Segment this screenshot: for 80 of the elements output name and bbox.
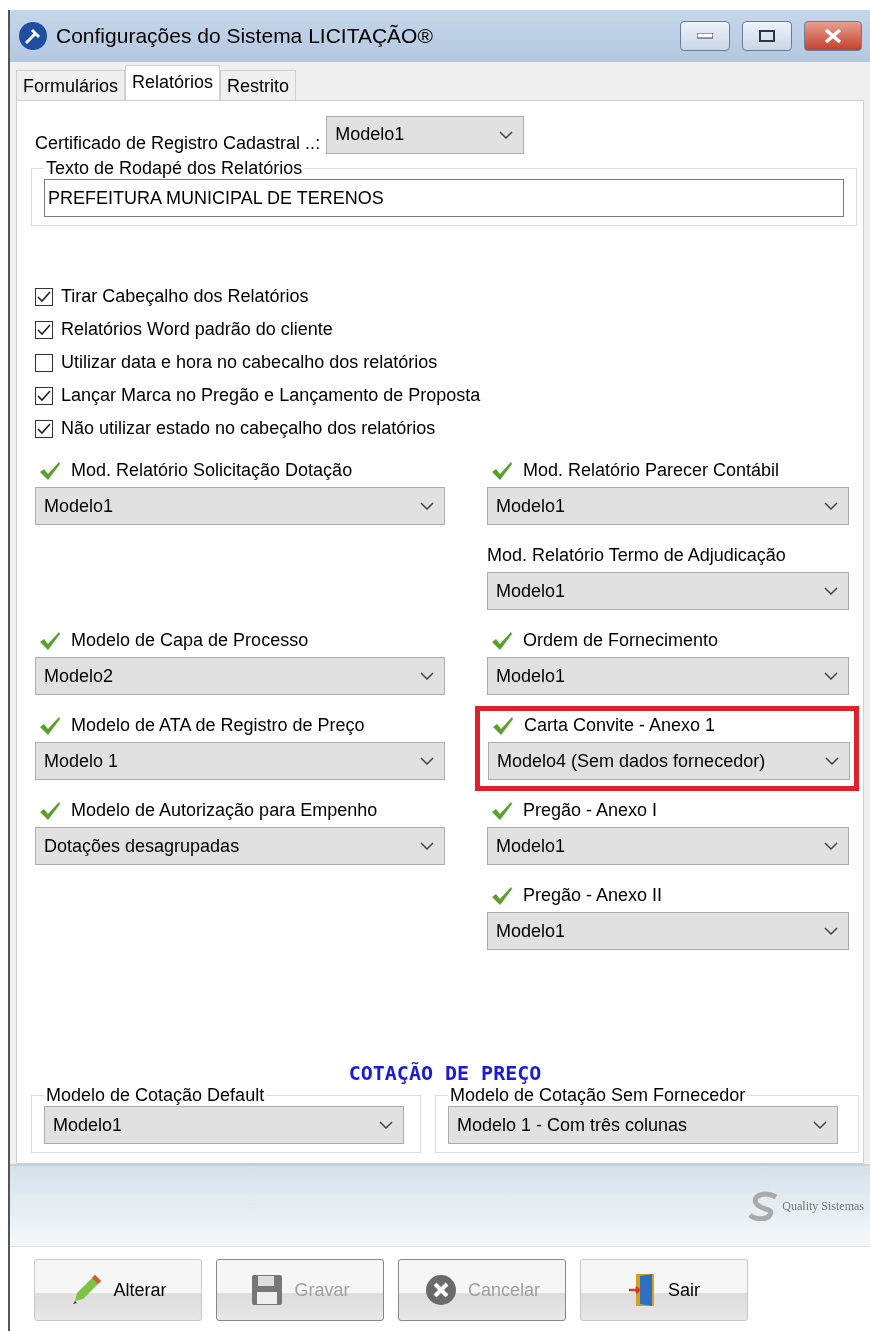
- model-combo[interactable]: Modelo1: [487, 827, 849, 865]
- combo-label: Modelo de ATA de Registro de Preço: [71, 715, 365, 736]
- model-combo[interactable]: Modelo1: [487, 487, 849, 525]
- checkbox-label: Utilizar data e hora no cabecalho dos relatórios: [61, 352, 438, 373]
- model-combo[interactable]: Modelo 1: [35, 742, 445, 780]
- close-circle-icon: [423, 1273, 458, 1307]
- tab[interactable]: Relatórios: [125, 65, 221, 101]
- certificate-label: Certificado de Registro Cadastral ..:: [35, 133, 321, 154]
- combo-label: Mod. Relatório Solicitação Dotação: [71, 460, 353, 481]
- checkbox-label: Lançar Marca no Pregão e Lançamento de Proposta: [61, 385, 481, 406]
- model-combo[interactable]: Modelo1: [35, 487, 445, 525]
- combo-label: Pregão - Anexo II: [523, 885, 663, 906]
- model-combo[interactable]: Modelo4 (Sem dados fornecedor): [488, 742, 850, 780]
- chevron-down-icon: [824, 842, 838, 850]
- check-icon: [39, 630, 61, 651]
- combo-label: Pregão - Anexo I: [523, 800, 658, 821]
- model-combo[interactable]: Modelo1: [487, 657, 849, 695]
- chevron-down-icon: [420, 757, 434, 765]
- combo-label: Modelo de Autorização para Empenho: [71, 800, 378, 821]
- footer-text-field[interactable]: PREFEITURA MUNICIPAL DE TERENOS: [44, 179, 844, 217]
- chevron-down-icon: [824, 502, 838, 510]
- tab[interactable]: Formulários: [16, 70, 126, 100]
- brand-name: Quality Sistemas: [782, 1198, 864, 1214]
- combo-label: Modelo de Capa de Processo: [71, 630, 309, 651]
- checkbox-label: Relatórios Word padrão do cliente: [61, 319, 333, 340]
- close-icon: [824, 29, 842, 43]
- checkmark-icon: [37, 323, 51, 336]
- checkmark-icon: [37, 422, 51, 435]
- checkbox[interactable]: [35, 287, 53, 306]
- check-icon: [491, 630, 513, 651]
- minimize-icon: [697, 33, 713, 39]
- toolbar-button[interactable]: Alterar: [34, 1259, 202, 1321]
- checkbox[interactable]: [35, 320, 53, 339]
- maximize-button[interactable]: [742, 21, 792, 51]
- check-icon: [39, 715, 61, 736]
- chevron-down-icon: [824, 587, 838, 595]
- checkbox-label: Tirar Cabeçalho dos Relatórios: [61, 286, 309, 307]
- chevron-down-icon: [379, 1121, 393, 1129]
- checkbox-label: Não utilizar estado no cabeçalho dos relatórios: [61, 418, 436, 439]
- model-combo[interactable]: Dotações desagrupadas: [35, 827, 445, 865]
- group-legend: Texto de Rodapé dos Relatórios: [44, 158, 305, 179]
- combo-label: Ordem de Fornecimento: [523, 630, 719, 651]
- chevron-down-icon: [420, 502, 434, 510]
- model-combo[interactable]: Modelo1: [487, 912, 849, 950]
- combo-label: Mod. Relatório Termo de Adjudicação: [487, 545, 786, 566]
- close-button[interactable]: [804, 21, 862, 51]
- check-icon: [491, 460, 513, 481]
- quotation-combo[interactable]: Modelo 1 - Com três colunas: [448, 1106, 838, 1144]
- model-combo[interactable]: Modelo1: [487, 572, 849, 610]
- model-combo[interactable]: Modelo2: [35, 657, 445, 695]
- chevron-down-icon: [420, 672, 434, 680]
- group-legend: Modelo de Cotação Default: [44, 1085, 267, 1106]
- certificate-combo[interactable]: Modelo1: [326, 115, 525, 154]
- chevron-down-icon: [499, 130, 514, 139]
- checkbox[interactable]: [35, 386, 53, 405]
- section-heading: COTAÇÃO DE PREÇO: [347, 1061, 543, 1085]
- chevron-down-icon: [420, 842, 434, 850]
- chevron-down-icon: [825, 757, 839, 765]
- chevron-down-icon: [813, 1121, 827, 1129]
- checkmark-icon: [37, 389, 51, 402]
- chevron-down-icon: [824, 672, 838, 680]
- check-icon: [491, 885, 513, 906]
- quotation-combo[interactable]: Modelo1: [44, 1106, 404, 1144]
- check-icon: [39, 800, 61, 821]
- minimize-button[interactable]: [680, 21, 730, 51]
- group-legend: Modelo de Cotação Sem Fornecedor: [448, 1085, 748, 1106]
- window-title: Configurações do Sistema LICITAÇÃO®: [56, 24, 434, 48]
- maximize-icon: [759, 30, 775, 42]
- combo-label: Mod. Relatório Parecer Contábil: [523, 460, 780, 481]
- check-icon: [491, 800, 513, 821]
- toolbar-button[interactable]: Sair: [580, 1259, 748, 1321]
- app-logo-icon: [18, 21, 48, 51]
- checkbox[interactable]: [35, 419, 53, 438]
- checkmark-icon: [37, 290, 51, 303]
- check-icon: [492, 715, 514, 736]
- combo-label: Carta Convite - Anexo 1: [524, 715, 716, 736]
- checkbox[interactable]: [35, 353, 53, 372]
- check-icon: [39, 460, 61, 481]
- tab[interactable]: Restrito: [220, 70, 297, 100]
- chevron-down-icon: [824, 927, 838, 935]
